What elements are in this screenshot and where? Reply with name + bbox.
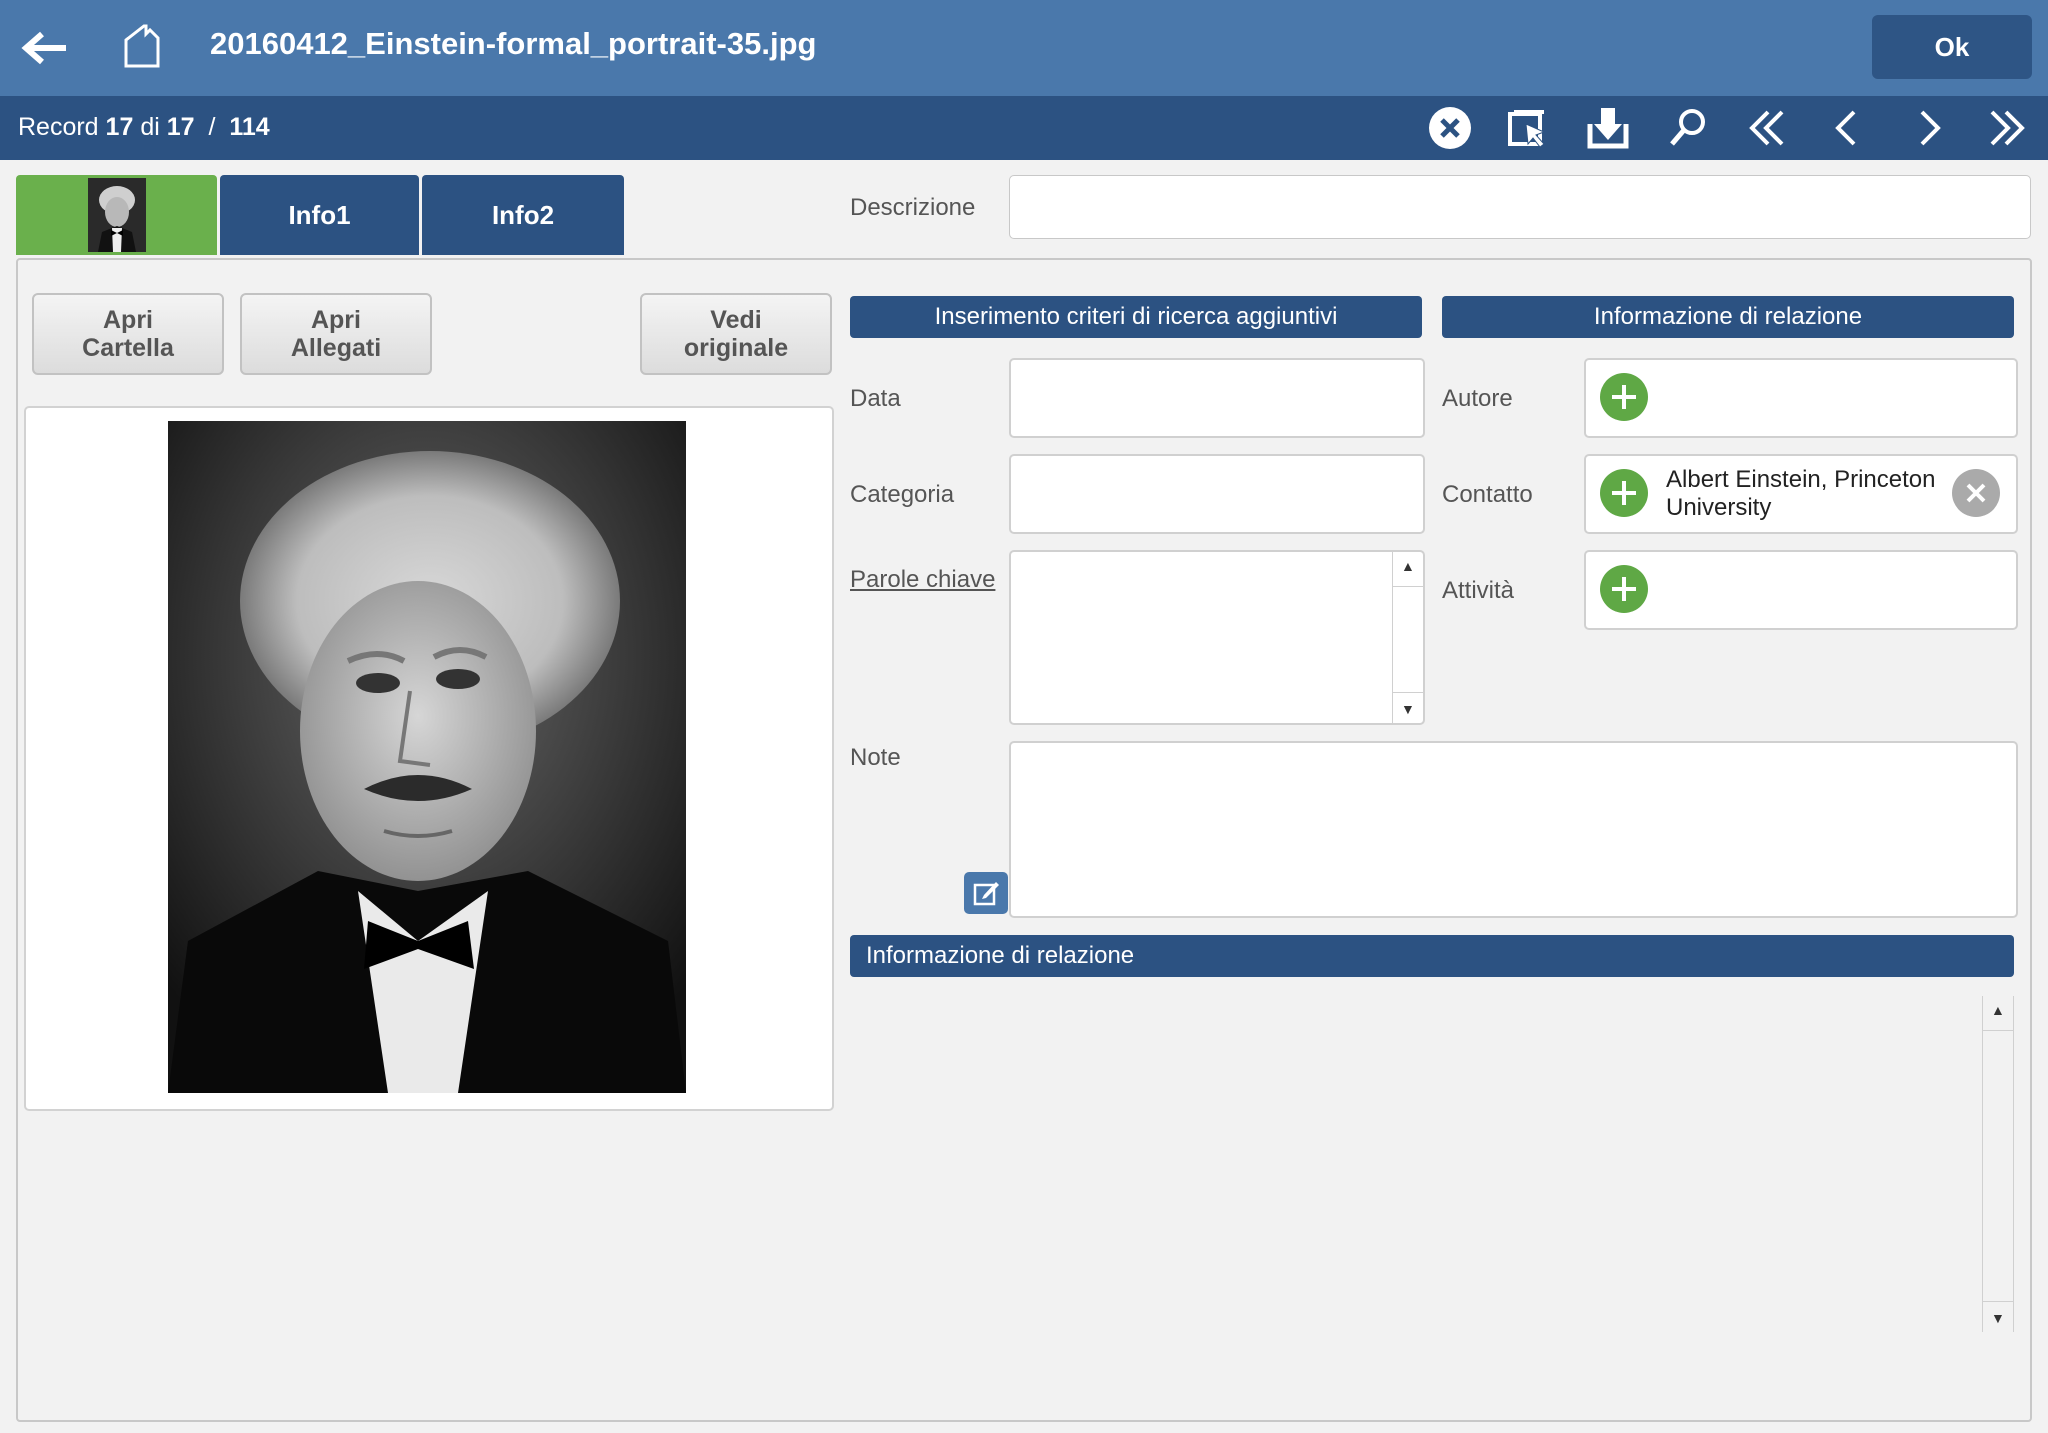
scroll-up-icon[interactable]: ▲ [1991,1002,2005,1018]
category-input[interactable] [1009,454,1425,534]
relation-info-bottom-header: Informazione di relazione [850,935,2014,977]
record-counter: Record 17 di 17 / 114 [18,113,270,142]
view-original-button[interactable]: Vedi originale [640,293,832,375]
open-attachments-label-1: Apri [310,306,361,334]
view-original-label-2: originale [683,334,789,362]
keywords-link[interactable]: Parole chiave [850,566,995,594]
data-input[interactable] [1009,358,1425,438]
search-criteria-header: Inserimento criteri di ricerca aggiuntiv… [850,296,1422,338]
scroll-down-icon[interactable]: ▼ [1401,701,1415,717]
relation-list-scrollbar[interactable]: ▲ ▼ [1982,996,2014,1332]
open-folder-label-1: Apri [103,306,153,334]
tab-info1[interactable]: Info1 [220,175,419,255]
record-current: 17 [105,113,134,141]
add-activity-plus-icon[interactable] [1600,565,1648,613]
author-field[interactable] [1584,358,2018,438]
tab-info2[interactable]: Info2 [422,175,624,255]
author-label: Autore [1442,385,1513,412]
edit-icon[interactable] [964,872,1008,914]
keywords-textarea[interactable]: ▲ ▼ [1009,550,1425,725]
thumbnail-image [87,178,146,252]
page-title: 20160412_Einstein-formal_portrait-35.jpg [210,26,817,61]
notes-textarea[interactable] [1009,741,2018,918]
data-label: Data [850,385,901,412]
select-cursor-icon[interactable] [1504,104,1552,152]
scroll-down-icon[interactable]: ▼ [1991,1310,2005,1326]
open-folder-button[interactable]: Apri Cartella [32,293,224,375]
top-bar: 20160412_Einstein-formal_portrait-35.jpg… [0,0,2048,96]
relation-info-header: Informazione di relazione [1442,296,2014,338]
activity-label: Attività [1442,577,1515,604]
add-contact-plus-icon[interactable] [1600,469,1648,517]
portrait-image[interactable] [168,421,686,1093]
category-label: Categoria [850,481,955,508]
first-record-icon[interactable] [1744,104,1792,152]
keywords-scrollbar[interactable]: ▲ ▼ [1392,552,1423,723]
record-of-word: di [140,113,160,141]
view-original-label-1: Vedi [710,306,762,334]
record-bar: Record 17 di 17 / 114 [0,96,2048,160]
record-overall: 114 [229,113,270,141]
last-record-icon[interactable] [1982,104,2030,152]
description-input[interactable] [1009,175,2031,239]
home-icon[interactable] [120,22,164,70]
scroll-up-icon[interactable]: ▲ [1401,558,1415,574]
next-record-icon[interactable] [1904,104,1952,152]
close-circle-icon[interactable] [1426,104,1474,152]
notes-label: Note [850,744,901,771]
back-arrow-icon[interactable] [20,26,70,70]
open-folder-label-2: Cartella [82,334,174,362]
open-attachments-button[interactable]: Apri Allegati [240,293,432,375]
record-separator: / [208,113,216,141]
contact-value: Albert Einstein, Princeton University [1666,466,1936,521]
add-author-plus-icon[interactable] [1600,373,1648,421]
download-icon[interactable] [1584,104,1632,152]
contact-label: Contatto [1442,481,1533,508]
record-prefix: Record [18,113,99,141]
search-icon[interactable] [1664,104,1712,152]
previous-record-icon[interactable] [1824,104,1872,152]
ok-button[interactable]: Ok [1872,15,2032,79]
record-total: 17 [166,113,195,141]
activity-field[interactable] [1584,550,2018,630]
description-label: Descrizione [850,194,976,221]
open-attachments-label-2: Allegati [290,334,382,362]
remove-contact-icon[interactable] [1952,469,2000,517]
tab-image[interactable] [16,175,217,255]
